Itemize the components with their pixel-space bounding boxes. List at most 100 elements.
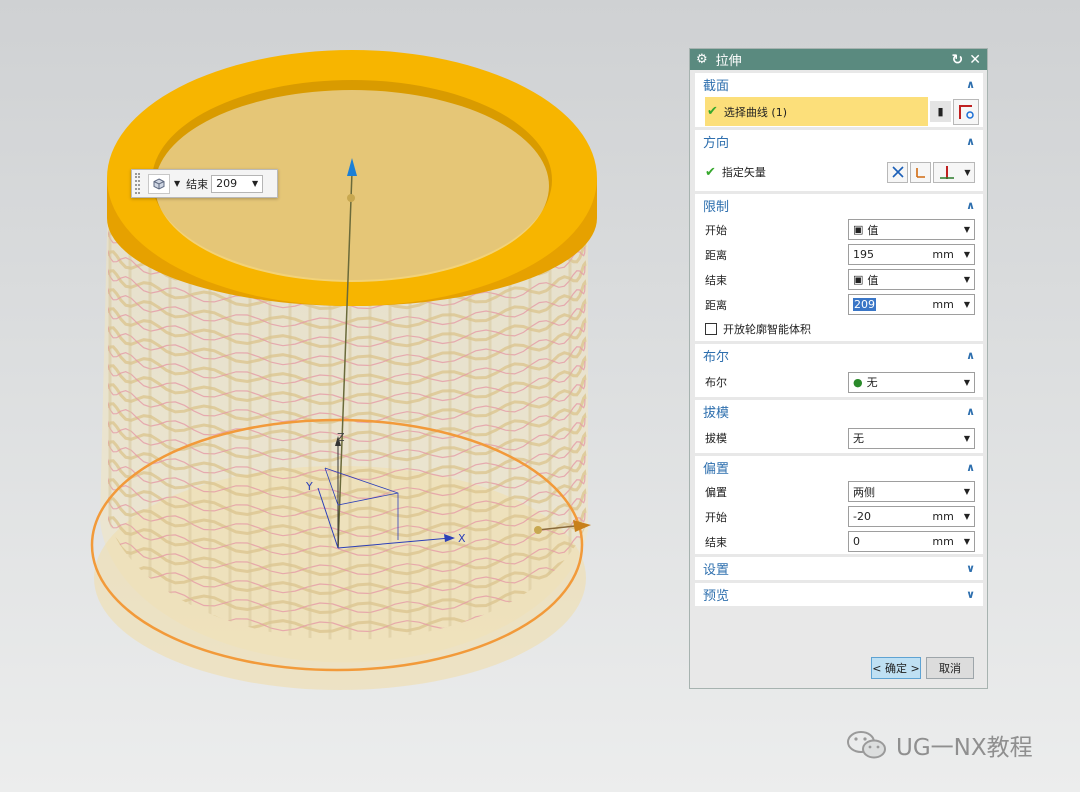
specify-vector-row[interactable]: ✔ 指定矢量 ▼ — [695, 153, 983, 191]
section-header[interactable]: 截面 ∧ — [695, 73, 983, 96]
select-curve-row[interactable]: ✔ 选择曲线 (1) ▮ — [695, 96, 983, 127]
chevron-down-icon[interactable]: ∨ — [966, 562, 975, 575]
chevron-down-icon: ▼ — [963, 275, 970, 284]
distance1-unit: mm — [932, 248, 954, 261]
offset-select[interactable]: 两侧 ▼ — [848, 481, 975, 502]
distance1-value: 195 — [853, 248, 874, 261]
limits-title: 限制 — [703, 200, 730, 215]
draft-select[interactable]: 无 ▼ — [848, 427, 975, 449]
offset-end-row: 结束 0 mm ▼ — [695, 529, 983, 554]
offset-end-unit: mm — [932, 535, 954, 548]
reset-icon[interactable]: ↻ — [952, 52, 964, 68]
close-icon[interactable]: ✕ — [969, 52, 981, 68]
boolean-value: 无 — [866, 376, 878, 389]
open-profile-label: 开放轮廓智能体积 — [723, 323, 811, 336]
limit-distance2-row: 距离 209 mm ▼ — [695, 292, 983, 317]
vector-dialog-icon[interactable] — [910, 161, 931, 183]
gear-icon: ⚙ — [696, 52, 708, 67]
mini-end-label: 结束 — [186, 177, 209, 191]
open-profile-row[interactable]: 开放轮廓智能体积 — [695, 317, 983, 341]
value-type-cube-icon[interactable] — [148, 173, 170, 194]
extrude-dialog: ⚙ 拉伸 ↻ ✕ 截面 ∧ ✔ 选择曲线 (1) ▮ 方向 ∧ ✔ 指定矢量 ▼ 限… — [689, 48, 988, 689]
start-select[interactable]: ▣ 值 ▼ — [848, 219, 975, 240]
mini-end-input[interactable]: 209 ▼ — [211, 174, 264, 193]
select-curve-highlight[interactable]: ✔ 选择曲线 (1) — [705, 97, 928, 126]
chevron-down-icon[interactable]: ▼ — [964, 537, 970, 546]
settings-title: 设置 — [703, 563, 730, 578]
draft-panel: 拔模 ∧ 拔模 无 ▼ — [695, 400, 983, 453]
limit-end-row: 结束 ▣ 值 ▼ — [695, 267, 983, 292]
dialog-buttons: < 确定 > 取消 — [871, 657, 974, 679]
draft-row: 拔模 无 ▼ — [695, 423, 983, 453]
distance1-label: 距离 — [705, 248, 727, 262]
watermark: UG一NX教程 — [846, 728, 1033, 762]
svg-text:Z: Z — [337, 431, 345, 444]
chevron-up-icon[interactable]: ∧ — [966, 349, 975, 362]
end-select-value: 值 — [867, 273, 879, 287]
start-select-value: 值 — [867, 223, 879, 237]
limits-header[interactable]: 限制 ∧ — [695, 194, 983, 217]
end-select[interactable]: ▣ 值 ▼ — [848, 269, 975, 290]
reverse-direction-icon[interactable] — [887, 161, 908, 183]
chevron-down-icon[interactable]: ▼ — [964, 512, 970, 521]
value-cube-icon: ▣ — [853, 273, 864, 286]
check-icon: ✔ — [707, 104, 718, 119]
chevron-up-icon[interactable]: ∧ — [966, 135, 975, 148]
chevron-down-icon[interactable]: ∨ — [966, 588, 975, 601]
offset-start-input[interactable]: -20 mm ▼ — [848, 506, 975, 527]
settings-panel: 设置 ∨ — [695, 557, 983, 580]
offset-end-value: 0 — [853, 535, 860, 548]
boolean-header[interactable]: 布尔 ∧ — [695, 344, 983, 367]
mini-end-value: 209 — [216, 177, 238, 190]
chevron-down-icon[interactable]: ▼ — [964, 250, 970, 259]
distance2-input[interactable]: 209 mm ▼ — [848, 294, 975, 315]
mini-toolbar: ▼ 结束 209 ▼ — [131, 169, 278, 198]
direction-header[interactable]: 方向 ∧ — [695, 130, 983, 153]
svg-text:X: X — [458, 532, 466, 545]
offset-end-input[interactable]: 0 mm ▼ — [848, 531, 975, 552]
draft-header[interactable]: 拔模 ∧ — [695, 400, 983, 423]
chevron-up-icon[interactable]: ∧ — [966, 78, 975, 91]
draft-label: 拔模 — [705, 432, 727, 445]
chevron-up-icon[interactable]: ∧ — [966, 199, 975, 212]
curve-select-icon[interactable] — [953, 98, 979, 125]
chevron-up-icon[interactable]: ∧ — [966, 405, 975, 418]
chevron-up-icon[interactable]: ∧ — [966, 461, 975, 474]
chevron-down-icon: ▼ — [963, 433, 970, 443]
chevron-down-icon: ▼ — [963, 225, 970, 234]
boolean-title: 布尔 — [703, 350, 730, 365]
boolean-panel: 布尔 ∧ 布尔 ● 无 ▼ — [695, 344, 983, 397]
offset-header[interactable]: 偏置 ∧ — [695, 456, 983, 479]
offset-start-value: -20 — [853, 510, 871, 523]
wechat-icon — [847, 731, 886, 759]
preview-panel: 预览 ∨ — [695, 583, 983, 606]
boolean-label: 布尔 — [705, 376, 727, 389]
chevron-down-icon[interactable]: ▼ — [964, 300, 970, 309]
distance1-input[interactable]: 195 mm ▼ — [848, 244, 975, 265]
vector-type-dropdown[interactable]: ▼ — [933, 161, 975, 183]
watermark-text: UG一NX教程 — [896, 735, 1033, 761]
check-icon: ✔ — [705, 164, 716, 180]
boolean-row: 布尔 ● 无 ▼ — [695, 367, 983, 397]
dialog-title-bar: ⚙ 拉伸 ↻ ✕ — [690, 49, 987, 70]
dialog-title: 拉伸 — [715, 54, 742, 69]
cancel-button[interactable]: 取消 — [926, 657, 974, 679]
offset-start-row: 开始 -20 mm ▼ — [695, 504, 983, 529]
direction-panel: 方向 ∧ ✔ 指定矢量 ▼ — [695, 130, 983, 191]
offset-start-unit: mm — [932, 510, 954, 523]
limits-panel: 限制 ∧ 开始 ▣ 值 ▼ 距离 195 mm ▼ 结束 ▣ 值 ▼ 距离 209 mm ▼ 开放… — [695, 194, 983, 341]
distance2-unit: mm — [932, 298, 954, 311]
settings-header[interactable]: 设置 ∨ — [695, 557, 983, 580]
sketch-section-icon[interactable]: ▮ — [930, 101, 951, 122]
boolean-select[interactable]: ● 无 ▼ — [848, 371, 975, 393]
open-profile-checkbox[interactable] — [705, 323, 717, 335]
offset-start-label: 开始 — [705, 510, 727, 524]
offset-label: 偏置 — [705, 485, 727, 499]
boolean-none-icon: ● — [853, 375, 863, 389]
chevron-down-icon: ▼ — [963, 377, 970, 387]
chevron-down-icon[interactable]: ▼ — [174, 179, 180, 188]
drag-handle[interactable] — [135, 173, 140, 194]
direction-title: 方向 — [703, 136, 730, 151]
ok-button[interactable]: < 确定 > — [871, 657, 921, 679]
preview-header[interactable]: 预览 ∨ — [695, 583, 983, 606]
